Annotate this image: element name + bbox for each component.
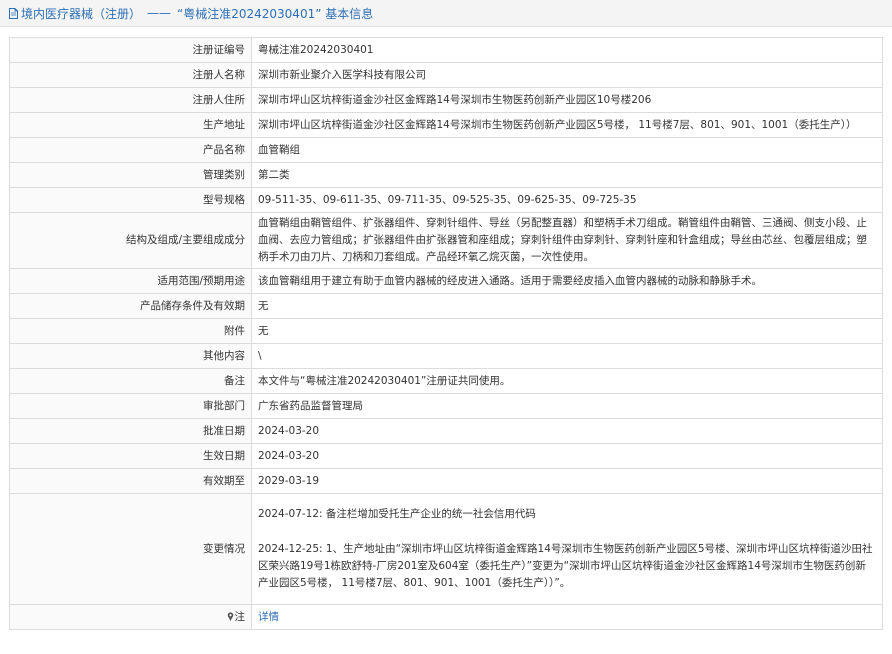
- row-production-address: 生产地址 深圳市坪山区坑梓街道金沙社区金辉路14号深圳市生物医药创新产业园区5号…: [9, 112, 883, 138]
- label-production-address: 生产地址: [9, 112, 252, 138]
- value-product-name: 血管鞘组: [251, 137, 883, 163]
- value-structure-cell: 血管鞘组由鞘管组件、扩张器组件、穿刺针组件、导丝（另配整直器）和塑柄手术刀组成。…: [251, 212, 883, 269]
- header-title: 境内医疗器械（注册）: [21, 6, 142, 21]
- value-changes: 2024-07-12: 备注栏增加受托生产企业的统一社会信用代码 2024-12…: [251, 493, 883, 605]
- label-management-category: 管理类别: [9, 162, 252, 188]
- value-approval-date: 2024-03-20: [251, 418, 883, 444]
- header-separator: ——: [147, 6, 172, 20]
- row-management-category: 管理类别 第二类: [9, 162, 883, 188]
- label-other: 其他内容: [9, 343, 252, 369]
- value-valid-until: 2029-03-19: [251, 468, 883, 494]
- row-remarks: 备注 本文件与“粤械注准20242030401”注册证共同使用。: [9, 368, 883, 394]
- row-registrant-address: 注册人住所 深圳市坪山区坑梓街道金沙社区金辉路14号深圳市生物医药创新产业园区1…: [9, 87, 883, 113]
- label-note: 注: [234, 610, 246, 623]
- label-intended-use: 适用范围/预期用途: [9, 268, 252, 294]
- value-effective-date: 2024-03-20: [251, 443, 883, 469]
- label-remarks: 备注: [9, 368, 252, 394]
- change-entry-1: 2024-07-12: 备注栏增加受托生产企业的统一社会信用代码: [258, 508, 536, 520]
- row-valid-until: 有效期至 2029-03-19: [9, 468, 883, 494]
- change-entry-2: 2024-12-25: 1、生产地址由“深圳市坪山区坑梓街道金辉路14号深圳市生…: [258, 543, 873, 589]
- row-registration-number: 注册证编号 粤械注准20242030401: [9, 37, 883, 63]
- document-icon: [9, 7, 18, 19]
- page-header: 境内医疗器械（注册） —— “粤械注准20242030401” 基本信息: [0, 0, 892, 27]
- row-storage: 产品储存条件及有效期 无: [9, 293, 883, 319]
- row-other: 其他内容 \: [9, 343, 883, 369]
- label-valid-until: 有效期至: [9, 468, 252, 494]
- value-registration-number: 粤械注准20242030401: [251, 37, 883, 63]
- row-intended-use: 适用范围/预期用途 该血管鞘组用于建立有助于血管内器械的经皮进入通路。适用于需要…: [9, 268, 883, 294]
- label-effective-date: 生效日期: [9, 443, 252, 469]
- detail-table: 注册证编号 粤械注准20242030401 注册人名称 深圳市新业聚介入医学科技…: [9, 37, 883, 630]
- value-model-spec: 09-511-35、09-611-35、09-711-35、09-525-35、…: [251, 187, 883, 213]
- label-attachment: 附件: [9, 318, 252, 344]
- header-subtitle: “粤械注准20242030401” 基本信息: [177, 6, 374, 21]
- row-structure: 结构及组成/主要组成成分 血管鞘组由鞘管组件、扩张器组件、穿刺针组件、导丝（另配…: [9, 212, 883, 269]
- value-intended-use: 该血管鞘组用于建立有助于血管内器械的经皮进入通路。适用于需要经皮插入血管内器械的…: [251, 268, 883, 294]
- row-product-name: 产品名称 血管鞘组: [9, 137, 883, 163]
- row-effective-date: 生效日期 2024-03-20: [9, 443, 883, 469]
- value-note-cell: 详情: [251, 604, 883, 630]
- label-model-spec: 型号规格: [9, 187, 252, 213]
- row-registrant-name: 注册人名称 深圳市新业聚介入医学科技有限公司: [9, 62, 883, 88]
- value-structure: 血管鞘组由鞘管组件、扩张器组件、穿刺针组件、导丝（另配整直器）和塑柄手术刀组成。…: [258, 217, 867, 263]
- label-registration-number: 注册证编号: [9, 37, 252, 63]
- value-registrant-name: 深圳市新业聚介入医学科技有限公司: [251, 62, 883, 88]
- row-attachment: 附件 无: [9, 318, 883, 344]
- value-remarks: 本文件与“粤械注准20242030401”注册证共同使用。: [251, 368, 883, 394]
- pin-icon: [227, 611, 233, 621]
- row-approval-dept: 审批部门 广东省药品监督管理局: [9, 393, 883, 419]
- value-registrant-address: 深圳市坪山区坑梓街道金沙社区金辉路14号深圳市生物医药创新产业园区10号楼206: [251, 87, 883, 113]
- label-storage: 产品储存条件及有效期: [9, 293, 252, 319]
- row-approval-date: 批准日期 2024-03-20: [9, 418, 883, 444]
- label-changes: 变更情况: [9, 493, 252, 605]
- row-changes: 变更情况 2024-07-12: 备注栏增加受托生产企业的统一社会信用代码 20…: [9, 493, 883, 605]
- label-registrant-name: 注册人名称: [9, 62, 252, 88]
- label-product-name: 产品名称: [9, 137, 252, 163]
- value-attachment: 无: [251, 318, 883, 344]
- value-approval-dept: 广东省药品监督管理局: [251, 393, 883, 419]
- value-management-category: 第二类: [251, 162, 883, 188]
- label-structure: 结构及组成/主要组成成分: [9, 212, 252, 269]
- row-note: 注 详情: [9, 604, 883, 630]
- value-production-address: 深圳市坪山区坑梓街道金沙社区金辉路14号深圳市生物医药创新产业园区5号楼， 11…: [251, 112, 883, 138]
- label-approval-dept: 审批部门: [9, 393, 252, 419]
- label-note-cell: 注: [9, 604, 252, 630]
- value-other: \: [251, 343, 883, 369]
- details-link[interactable]: 详情: [258, 611, 279, 623]
- label-registrant-address: 注册人住所: [9, 87, 252, 113]
- label-approval-date: 批准日期: [9, 418, 252, 444]
- value-storage: 无: [251, 293, 883, 319]
- row-model-spec: 型号规格 09-511-35、09-611-35、09-711-35、09-52…: [9, 187, 883, 213]
